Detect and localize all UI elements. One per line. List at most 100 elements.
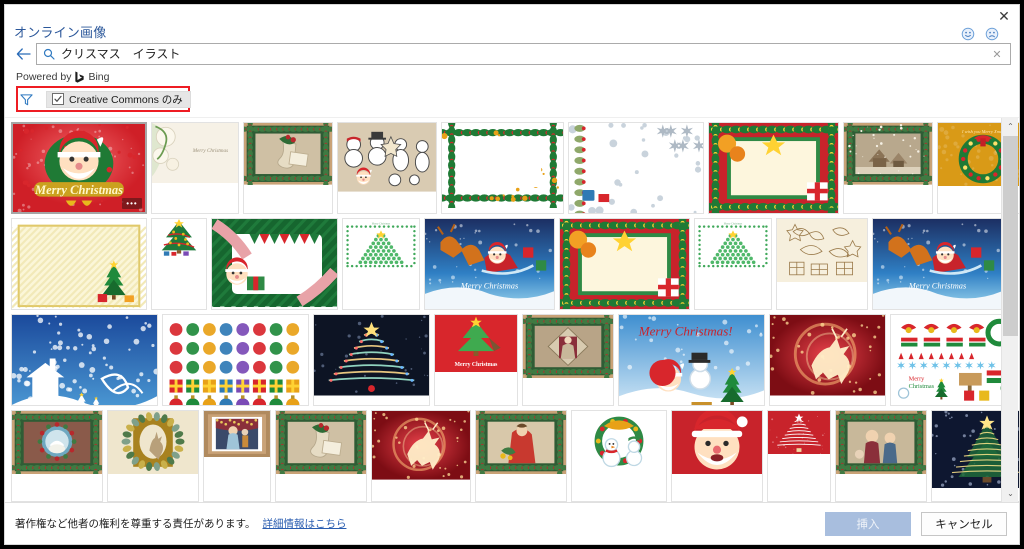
thumbnail-image (672, 411, 762, 501)
thumbnail-image: Merry Christmas (435, 315, 517, 405)
result-thumbnail-cream-lined-tree-notepaper[interactable] (11, 218, 147, 310)
thumbnail-image (836, 411, 926, 501)
back-arrow-icon[interactable] (13, 43, 33, 65)
thumbnail-image (12, 411, 102, 501)
more-info-link[interactable]: 詳細情報はこちら (262, 516, 346, 531)
results-row: Merry Christmas Merry Christmas Merry Chri… (11, 218, 1003, 310)
result-thumbnail-vintage-children-frame[interactable] (835, 410, 927, 502)
result-thumbnail-snowman-wreath-white[interactable] (571, 410, 667, 502)
search-box[interactable]: ✕ (36, 43, 1011, 65)
thumbnail-image (569, 123, 703, 213)
thumbnail-image (442, 123, 563, 213)
result-thumbnail-red-santa-face-card[interactable] (671, 410, 763, 502)
thumbnail-image (709, 123, 838, 213)
svg-text:ART: ART (694, 404, 709, 405)
bing-label: Bing (88, 71, 110, 83)
result-thumbnail-vintage-wreath-bird-frame[interactable] (11, 410, 103, 502)
result-thumbnail-santa-sleigh-blue-card[interactable]: Merry Christmas (872, 218, 1003, 310)
result-thumbnail-white-glitter-tree-red[interactable] (767, 410, 831, 502)
result-thumbnail-vintage-lady-holly-frame[interactable] (475, 410, 567, 502)
result-thumbnail-vintage-winter-cottage-frame[interactable] (843, 122, 933, 214)
filter-row: Creative Commons のみ (20, 90, 191, 108)
insert-button[interactable]: 挿入 (825, 511, 911, 536)
powered-by-bing: Powered by Bing (5, 67, 1019, 87)
result-thumbnail-sepia-ribbon-sketch-card[interactable] (776, 218, 868, 310)
thumbnail-image: Merry Christmas (873, 219, 1002, 309)
svg-text:Merry Christmas: Merry Christmas (372, 222, 391, 225)
result-thumbnail-victorian-girl-portrait[interactable] (203, 410, 271, 502)
filter-row-wrapper: Creative Commons のみ (5, 86, 1019, 115)
thumbnail-image (108, 411, 198, 501)
result-thumbnail-red-green-holly-letter-frame[interactable] (708, 122, 839, 214)
frowny-face-icon[interactable] (985, 27, 999, 41)
cancel-button[interactable]: キャンセル (921, 511, 1007, 536)
result-thumbnail-holly-frame-stocking-card[interactable] (243, 122, 333, 214)
thumbnail-image (372, 411, 470, 501)
result-thumbnail-christmas-decoration-set[interactable]: Merry Christmas (890, 314, 1018, 406)
search-icon (37, 48, 61, 60)
dialog-footer: 著作権など他者の権利を尊重する責任があります。 詳細情報はこちら 挿入 キャンセ… (5, 502, 1019, 544)
scroll-up-icon[interactable]: ⌃ (1002, 118, 1019, 135)
result-thumbnail-blue-snow-cottage-scene[interactable] (11, 314, 158, 406)
result-thumbnail-gold-deer-wreath-card[interactable] (107, 410, 199, 502)
thumbnail-image: Merry Christmas (152, 123, 238, 213)
svg-text:Merry Christmas: Merry Christmas (908, 282, 966, 291)
thumbnail-image (204, 411, 270, 501)
filter-funnel-icon[interactable] (20, 93, 33, 106)
results-grid: Merry Christmas ••• Merry Christmas I wish … (11, 122, 1019, 502)
scroll-down-icon[interactable]: ⌄ (1002, 485, 1019, 502)
thumbnail-overflow-badge[interactable]: ••• (122, 198, 142, 209)
online-pictures-dialog: オンライン画像 ✕ クリスマス イラスト ✕ Powered by Bing C… (4, 4, 1020, 545)
thumbnail-image: Merry Christmas! ART (619, 315, 764, 405)
result-thumbnail-white-ornaments-greeting-card[interactable]: Merry Christmas (151, 122, 239, 214)
thumbnail-image (770, 315, 885, 405)
thumbnail-image: Merry Christmas (343, 219, 419, 309)
thumbnail-image: Merry Christmas (891, 315, 1017, 405)
thumbnail-image: Merry Christmas (425, 219, 554, 309)
dialog-titlebar: オンライン画像 ✕ (5, 5, 1019, 41)
result-thumbnail-dotted-green-tree-card[interactable]: Merry Christmas (342, 218, 420, 310)
result-thumbnail-christmas-icon-sticker-set[interactable] (162, 314, 309, 406)
thumbnail-image (244, 123, 332, 213)
thumbnail-image (338, 123, 436, 213)
result-thumbnail-red-glitter-reindeer-2[interactable] (371, 410, 471, 502)
result-thumbnail-santa-merry-christmas-card[interactable]: Merry Christmas ••• (11, 122, 147, 214)
thumbnail-image (476, 411, 566, 501)
powered-by-label: Powered by (16, 71, 72, 83)
creative-commons-filter-chip[interactable]: Creative Commons のみ (46, 90, 191, 108)
result-thumbnail-santa-gift-banner-frame[interactable] (211, 218, 338, 310)
result-thumbnail-red-flat-tree-merry-christmas[interactable]: Merry Christmas (434, 314, 518, 406)
search-input[interactable] (61, 45, 984, 63)
svg-text:Merry Christmas: Merry Christmas (192, 148, 228, 154)
result-thumbnail-santa-snowman-blue-art[interactable]: Merry Christmas! ART (618, 314, 765, 406)
result-thumbnail-green-dot-tree-portrait[interactable]: Merry Christmas (694, 218, 772, 310)
result-thumbnail-red-glitter-reindeer[interactable] (769, 314, 886, 406)
result-thumbnail-dark-sparkle-tree[interactable] (313, 314, 430, 406)
result-thumbnail-red-gold-bell-letter-frame[interactable] (559, 218, 690, 310)
clear-search-icon[interactable]: ✕ (984, 48, 1010, 61)
svg-text:I wish you Merry Xmas: I wish you Merry Xmas (961, 129, 1004, 134)
result-thumbnail-vintage-angel-frame[interactable] (522, 314, 614, 406)
svg-text:Merry Christmas!: Merry Christmas! (638, 323, 733, 338)
close-icon[interactable]: ✕ (993, 7, 1015, 25)
page-title: オンライン画像 (14, 25, 107, 40)
result-thumbnail-santa-sleigh-reindeer-night[interactable]: Merry Christmas (424, 218, 555, 310)
creative-commons-checkbox[interactable] (52, 93, 64, 105)
bing-logo-icon (75, 71, 85, 83)
search-row: ✕ (5, 41, 1019, 67)
result-thumbnail-holly-wreath-photo-frame[interactable] (441, 122, 564, 214)
result-thumbnail-green-christmas-tree-card[interactable] (151, 218, 207, 310)
result-thumbnail-snowflake-garland-frame[interactable] (568, 122, 704, 214)
svg-text:Merry: Merry (909, 376, 926, 383)
scrollbar-thumb[interactable] (1003, 136, 1018, 336)
results-area: Merry Christmas ••• Merry Christmas I wish … (5, 117, 1019, 502)
thumbnail-image (12, 315, 157, 405)
svg-text:Christmas: Christmas (909, 383, 935, 390)
thumbnail-image (212, 219, 337, 309)
smiley-face-icon[interactable] (961, 27, 975, 41)
result-thumbnail-snowman-doodle-sketch[interactable] (337, 122, 437, 214)
results-scrollbar[interactable]: ⌃ ⌄ (1001, 118, 1018, 502)
thumbnail-image (572, 411, 666, 501)
result-thumbnail-holly-letter-vintage-frame[interactable] (275, 410, 367, 502)
thumbnail-image (844, 123, 932, 213)
